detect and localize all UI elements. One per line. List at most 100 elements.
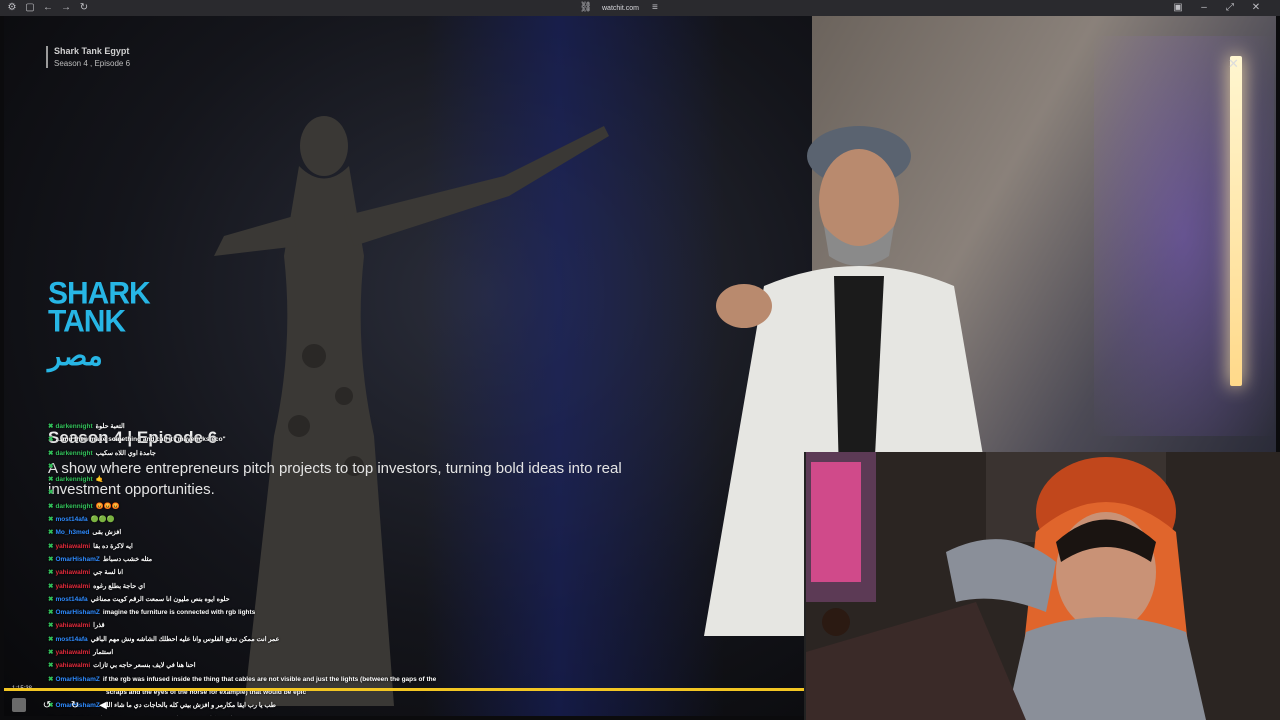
url-text[interactable]: watchit.com xyxy=(602,5,639,12)
browser-nav-group: ⚙ ▢ ← → ↻ xyxy=(6,2,90,14)
chat-badge-icon: ✖ xyxy=(48,502,54,510)
close-icon[interactable]: ✕ xyxy=(1228,56,1239,72)
chat-badge-icon: ✖ xyxy=(48,489,54,497)
extensions-icon[interactable]: ▣ xyxy=(1172,2,1184,14)
chat-message: ✖ most14afa عمر انت ممكن تدفع الفلوس وانا … xyxy=(48,633,428,646)
chat-badge-icon: ✖ xyxy=(48,622,54,630)
webcam-scene xyxy=(806,452,1280,720)
chat-message: ✖ Mo_h3med افزش بقى xyxy=(48,526,428,539)
play-icon xyxy=(12,698,26,712)
chat-text: ايه لاكرة ده بقا xyxy=(93,542,133,550)
chat-username[interactable]: most14afa xyxy=(55,516,87,523)
chat-username[interactable]: OmarHishamZ xyxy=(55,609,99,616)
chat-username[interactable]: yahiawalmi xyxy=(55,662,90,669)
settings-icon[interactable]: ⚙ xyxy=(6,2,18,14)
chat-username[interactable]: Mo_h3med xyxy=(55,529,89,536)
chat-message: ✖ yahiawalmi استثمار xyxy=(48,646,428,659)
reload-icon[interactable]: ↻ xyxy=(78,2,90,14)
chat-message: ✖ yahiawalmi انا لسة جي xyxy=(48,566,428,579)
chat-badge-icon: ✖ xyxy=(48,595,54,603)
browser-toolbar: ⚙ ▢ ← → ↻ ⛓ watchit.com ≡ ▣ – ⤢ ✕ xyxy=(0,0,1280,16)
chat-message: ✖ yahiawalmi اي حاجة بطلع رغوه xyxy=(48,580,428,593)
play-button[interactable] xyxy=(12,698,26,712)
chat-username[interactable]: darkennight xyxy=(55,503,92,510)
forward-arrow-icon[interactable]: → xyxy=(60,2,72,14)
chat-username[interactable]: yahiawalmi xyxy=(55,649,90,656)
chat-badge-icon: ✖ xyxy=(48,555,54,563)
chat-username[interactable]: darkennight xyxy=(55,450,92,457)
chat-username[interactable]: darkennight xyxy=(55,423,92,430)
chat-text: طب يا رب ايقا مكارمر و افزش بيتي كله بال… xyxy=(102,702,276,710)
chat-text: imagine the furniture is connected with … xyxy=(102,609,256,617)
chat-username[interactable]: yahiawalmi xyxy=(55,622,90,629)
page-settings-icon[interactable]: ≡ xyxy=(649,2,661,14)
chat-badge-icon: ✖ xyxy=(48,516,54,524)
address-bar[interactable]: ⛓ watchit.com ≡ xyxy=(580,2,661,14)
progress-bar[interactable] xyxy=(4,688,804,691)
chat-text: حلوه ايوه بنص مليون انا سمعت الرقم كويت … xyxy=(90,595,230,603)
chat-overlay: ✖ darkennight التعبة حلوة ✖ ...and then make… xyxy=(48,420,436,717)
video-frame-lamp xyxy=(1230,56,1242,386)
chat-message: ✖ most14afa حلوه ايوه بنص مليون انا سمعت ا… xyxy=(48,593,428,606)
chat-text: استثمار xyxy=(93,649,114,657)
volume-icon: ◀ xyxy=(99,699,107,711)
volume-button[interactable]: ◀ xyxy=(96,698,110,712)
chat-message: ✖ yahiawalmi قذرا xyxy=(48,619,428,632)
chat-badge-icon: ✖ xyxy=(48,462,54,470)
logo-line-2: TANK xyxy=(48,304,126,339)
chat-text: 😡😡😡 xyxy=(95,502,120,510)
chat-text: if the rgb was infused inside the thing … xyxy=(102,675,437,696)
chat-text: ...and then make something and call it "… xyxy=(55,436,226,444)
chat-message: ✖ ...and then make something and call it … xyxy=(48,433,428,446)
maximize-icon[interactable]: ⤢ xyxy=(1224,2,1236,14)
chat-message: ✖ darkennight جامدة اوي اللاه سكيب xyxy=(48,447,428,460)
rewind-10-button[interactable]: ↺ xyxy=(40,698,54,712)
chat-username[interactable]: yahiawalmi xyxy=(55,543,90,550)
chat-username[interactable]: most14afa xyxy=(55,596,87,603)
chat-text: عمر انت ممكن تدفع الفلوس وانا عليه احطلك… xyxy=(90,635,280,643)
chat-badge-icon: ✖ xyxy=(48,582,54,590)
chat-text: افزش بقى xyxy=(92,529,122,537)
chat-message: ✖yahiawalmiحاسس كلام ده من شات جي بي تي … xyxy=(48,713,428,717)
chat-text: التعبة حلوة xyxy=(95,423,125,430)
window-controls: ▣ – ⤢ ✕ xyxy=(1172,2,1262,14)
chat-badge-icon: ✖ xyxy=(48,529,54,537)
show-title: Shark Tank Egypt xyxy=(54,46,130,56)
chat-badge-icon: ✖ xyxy=(48,449,54,457)
chat-username[interactable]: OmarHishamZ xyxy=(55,676,99,683)
back-arrow-icon[interactable]: ← xyxy=(42,2,54,14)
season-episode: Season 4 , Episode 6 xyxy=(54,59,131,68)
chat-badge-icon: ✖ xyxy=(48,436,54,444)
chat-text: اي حاجة بطلع رغوه xyxy=(93,582,146,590)
chat-badge-icon: ✖ xyxy=(48,635,54,643)
chat-message: ✖ darkennight التعبة حلوة xyxy=(48,420,428,433)
chat-message: ✖ yahiawalmi ايه لاكرة ده بقا xyxy=(48,540,428,553)
chat-badge-icon: ✖ xyxy=(48,569,54,577)
video-frame-glow xyxy=(1094,36,1274,436)
chat-username[interactable]: yahiawalmi xyxy=(55,569,90,576)
chat-username[interactable]: yahiawalmi xyxy=(55,583,90,590)
forward-10-button[interactable]: ↻ xyxy=(68,698,82,712)
close-window-icon[interactable]: ✕ xyxy=(1250,2,1262,14)
forward-icon: ↻ xyxy=(70,699,80,711)
chat-badge-icon: ✖ xyxy=(48,675,54,683)
chat-badge-icon: ✖ xyxy=(48,476,54,484)
chat-message: ✖ OmarHishamZ مثله خشب دسباط xyxy=(48,553,428,566)
minimize-icon[interactable]: – xyxy=(1198,2,1210,14)
streamer-webcam xyxy=(804,452,1280,720)
chat-badge-icon: ✖ xyxy=(48,649,54,657)
chat-message: ✖ yahiawalmi احنا هنا في لايف بنسعر حاجه ب… xyxy=(48,659,428,672)
chat-badge-icon: ✖ xyxy=(48,662,54,670)
chat-username[interactable]: OmarHishamZ xyxy=(55,556,99,563)
sidebar-icon[interactable]: ▢ xyxy=(24,2,36,14)
chat-badge-icon: ✖ xyxy=(48,609,54,617)
progress-fill xyxy=(4,688,804,691)
chat-text: 🤙 xyxy=(95,476,104,484)
chat-message: ✖ OmarHishamZ imagine the furniture is con… xyxy=(48,606,428,619)
chat-message: ✖ darkennight 😡😡😡 xyxy=(48,500,428,513)
chat-text: قذرا xyxy=(93,622,105,630)
chat-message: ✖ xyxy=(48,486,428,499)
logo-line-3: مصر xyxy=(48,340,103,371)
chat-username[interactable]: most14afa xyxy=(55,636,87,643)
chat-username[interactable]: darkennight xyxy=(55,476,92,483)
